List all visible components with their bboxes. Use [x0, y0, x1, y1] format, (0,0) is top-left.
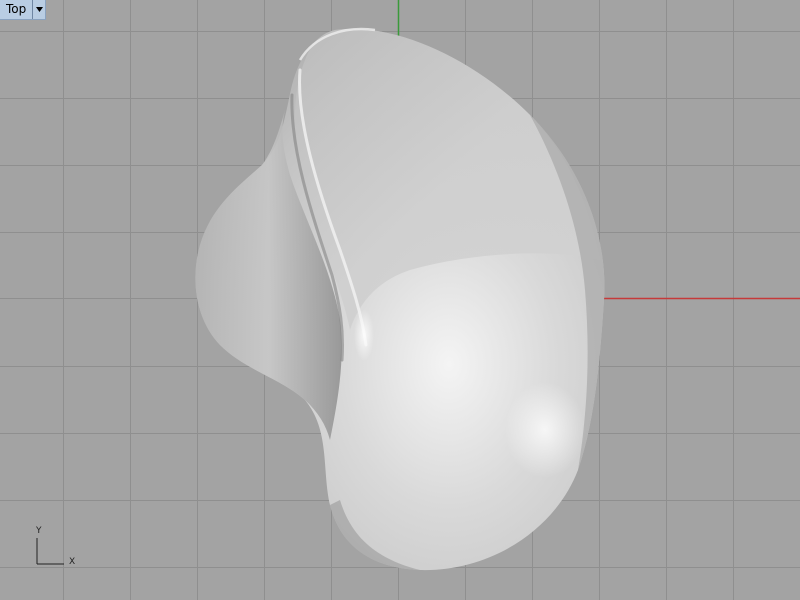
model-specular-crease [354, 309, 374, 361]
triangle-down-icon [35, 7, 43, 12]
viewport-canvas[interactable] [0, 0, 800, 600]
axis-orientation-widget: Y X [30, 526, 82, 572]
top-viewport[interactable]: Top Y X [0, 0, 800, 600]
viewport-name[interactable]: Top [0, 0, 32, 19]
viewport-title-tab[interactable]: Top [0, 0, 47, 20]
axis-y-label: Y [36, 526, 42, 536]
freeform-model [195, 27, 605, 571]
viewport-menu-button[interactable] [32, 0, 45, 19]
model-specular-main [505, 382, 585, 478]
axis-x-label: X [69, 557, 76, 567]
